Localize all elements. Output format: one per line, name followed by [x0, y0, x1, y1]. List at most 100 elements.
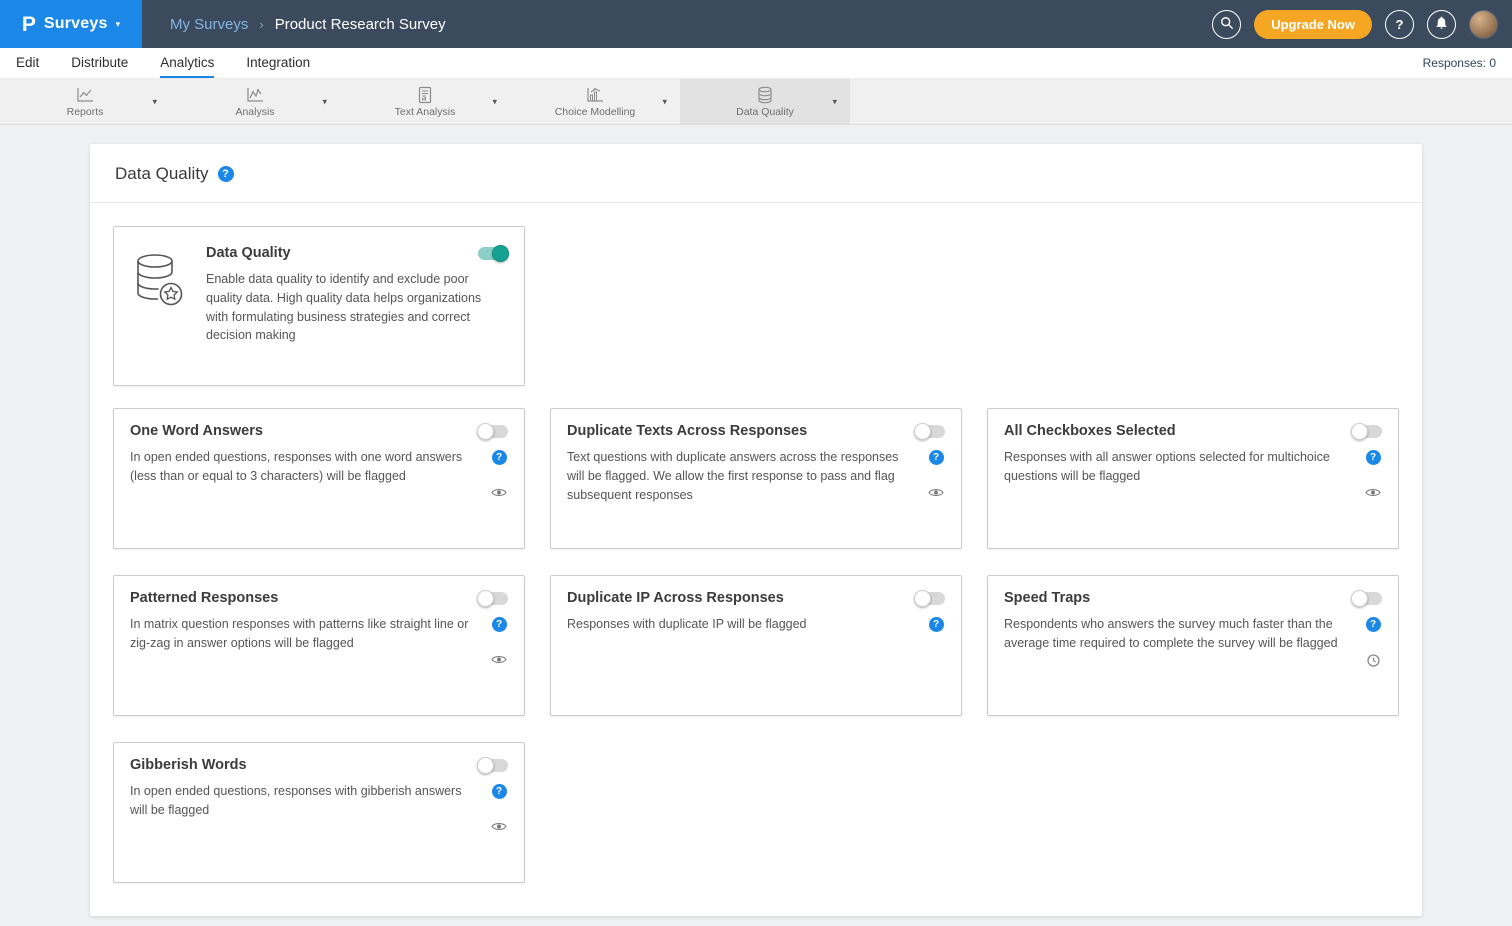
gibberish-words-toggle[interactable]	[478, 759, 508, 772]
toggle-knob	[1351, 423, 1368, 440]
toolbar-label: Choice Modelling	[555, 106, 636, 118]
toggle-knob	[914, 590, 931, 607]
help-button[interactable]: ?	[1385, 10, 1414, 39]
card-description: Responses with duplicate IP will be flag…	[567, 615, 927, 634]
preview-eye-icon[interactable]	[1365, 487, 1381, 498]
preview-eye-icon[interactable]	[491, 487, 507, 498]
toolbar-item-reports[interactable]: Reports ▾	[0, 79, 170, 124]
breadcrumb-current-survey: Product Research Survey	[275, 16, 446, 33]
reports-chart-icon	[75, 86, 95, 104]
toolbar-label: Analysis	[235, 106, 274, 118]
toolbar-item-choice-modelling[interactable]: Choice Modelling ▾	[510, 79, 680, 124]
card-title: Duplicate Texts Across Responses	[567, 423, 807, 439]
page-title: Data Quality	[115, 164, 209, 184]
one-word-answers-toggle[interactable]	[478, 425, 508, 438]
product-name: Surveys	[44, 15, 108, 33]
card-speed-traps: Speed Traps Respondents who answers the …	[987, 575, 1399, 716]
speed-traps-toggle[interactable]	[1352, 592, 1382, 605]
help-icon[interactable]: ?	[929, 617, 944, 632]
card-duplicate-texts: Duplicate Texts Across Responses Text qu…	[550, 408, 962, 549]
toggle-knob	[914, 423, 931, 440]
card-description: In open ended questions, responses with …	[130, 448, 490, 498]
toggle-knob	[477, 757, 494, 774]
tab-analytics[interactable]: Analytics	[160, 48, 214, 78]
all-checkboxes-toggle[interactable]	[1352, 425, 1382, 438]
preview-eye-icon[interactable]	[491, 821, 507, 832]
toolbar-item-data-quality[interactable]: Data Quality ▾	[680, 79, 850, 124]
survey-nav-tabs: Edit Distribute Analytics Integration Re…	[0, 48, 1512, 79]
upgrade-now-button[interactable]: Upgrade Now	[1254, 10, 1372, 39]
chevron-down-icon: ▾	[116, 20, 121, 29]
search-icon	[1220, 16, 1234, 33]
toolbar-label: Text Analysis	[395, 106, 456, 118]
data-quality-panel: Data Quality ? Data Quality	[90, 144, 1422, 916]
help-icon[interactable]: ?	[492, 450, 507, 465]
user-avatar[interactable]	[1469, 10, 1498, 39]
card-duplicate-ip: Duplicate IP Across Responses Responses …	[550, 575, 962, 716]
card-title: Duplicate IP Across Responses	[567, 590, 784, 606]
card-title: Patterned Responses	[130, 590, 278, 606]
chevron-down-icon[interactable]: ▾	[322, 96, 327, 107]
analysis-chart-icon	[245, 86, 265, 104]
responses-count: Responses: 0	[1423, 56, 1496, 70]
toolbar-item-analysis[interactable]: Analysis ▾	[170, 79, 340, 124]
database-icon	[756, 86, 774, 104]
help-icon[interactable]: ?	[492, 784, 507, 799]
data-quality-database-icon	[130, 245, 188, 367]
preview-eye-icon[interactable]	[491, 654, 507, 665]
help-icon[interactable]: ?	[492, 617, 507, 632]
clock-icon[interactable]	[1367, 654, 1380, 667]
card-description: In open ended questions, responses with …	[130, 782, 490, 832]
toolbar-label: Reports	[67, 106, 104, 118]
toggle-knob	[492, 245, 509, 262]
search-button[interactable]	[1212, 10, 1241, 39]
top-bar: P Surveys ▾ My Surveys › Product Researc…	[0, 0, 1512, 48]
card-description: In matrix question responses with patter…	[130, 615, 490, 665]
chevron-down-icon[interactable]: ▾	[832, 96, 837, 107]
chevron-down-icon[interactable]: ▾	[152, 96, 157, 107]
card-description: Text questions with duplicate answers ac…	[567, 448, 927, 504]
tab-edit[interactable]: Edit	[16, 48, 39, 78]
bell-icon	[1434, 15, 1449, 33]
topbar-actions: Upgrade Now ?	[1212, 10, 1498, 39]
card-title: All Checkboxes Selected	[1004, 423, 1176, 439]
card-patterned-responses: Patterned Responses In matrix question r…	[113, 575, 525, 716]
tab-distribute[interactable]: Distribute	[71, 48, 128, 78]
notifications-button[interactable]	[1427, 10, 1456, 39]
text-analysis-document-icon	[415, 86, 435, 104]
toggle-knob	[477, 423, 494, 440]
data-quality-master-toggle[interactable]	[478, 247, 508, 260]
chevron-down-icon[interactable]: ▾	[492, 96, 497, 107]
surveys-app-switcher[interactable]: P Surveys ▾	[0, 0, 142, 48]
toolbar-item-text-analysis[interactable]: Text Analysis ▾	[340, 79, 510, 124]
tab-integration[interactable]: Integration	[246, 48, 310, 78]
data-quality-master-card: Data Quality Enable data quality to iden…	[113, 226, 525, 386]
preview-eye-icon[interactable]	[928, 487, 944, 498]
help-icon[interactable]: ?	[1366, 450, 1381, 465]
toggle-knob	[1351, 590, 1368, 607]
card-all-checkboxes: All Checkboxes Selected Responses with a…	[987, 408, 1399, 549]
card-title: Gibberish Words	[130, 757, 247, 773]
card-one-word-answers: One Word Answers In open ended questions…	[113, 408, 525, 549]
toggle-knob	[477, 590, 494, 607]
quality-rules-grid: One Word Answers In open ended questions…	[113, 408, 1399, 883]
help-icon[interactable]: ?	[929, 450, 944, 465]
choice-modelling-chart-icon	[585, 86, 605, 104]
breadcrumb-my-surveys[interactable]: My Surveys	[170, 16, 248, 33]
card-title: Speed Traps	[1004, 590, 1090, 606]
duplicate-texts-toggle[interactable]	[915, 425, 945, 438]
question-mark-icon: ?	[1396, 17, 1404, 32]
patterned-responses-toggle[interactable]	[478, 592, 508, 605]
card-title: Data Quality	[206, 245, 291, 261]
breadcrumb: My Surveys › Product Research Survey	[170, 16, 446, 33]
chevron-down-icon[interactable]: ▾	[662, 96, 667, 107]
card-title: One Word Answers	[130, 423, 263, 439]
questionpro-logo: P	[22, 14, 36, 35]
duplicate-ip-toggle[interactable]	[915, 592, 945, 605]
page-help-icon[interactable]: ?	[218, 166, 234, 182]
card-description: Responses with all answer options select…	[1004, 448, 1364, 498]
toolbar-label: Data Quality	[736, 106, 794, 118]
card-description: Respondents who answers the survey much …	[1004, 615, 1364, 667]
help-icon[interactable]: ?	[1366, 617, 1381, 632]
breadcrumb-separator-icon: ›	[259, 17, 263, 32]
